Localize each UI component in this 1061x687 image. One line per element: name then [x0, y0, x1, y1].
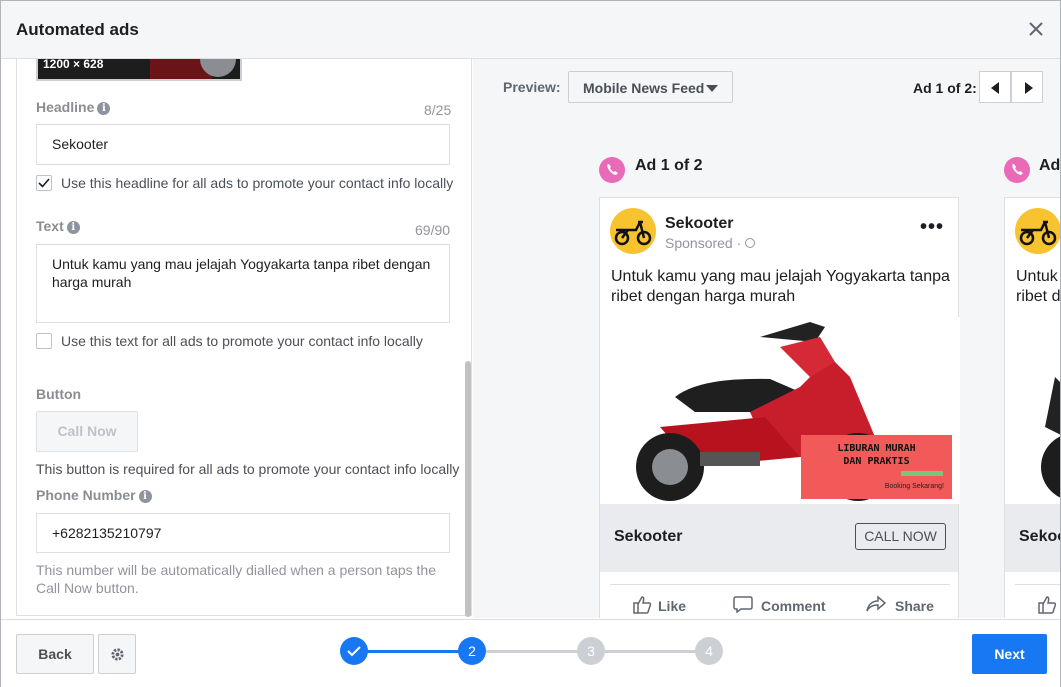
button-help-text: This button is required for all ads to p… — [36, 461, 460, 477]
phone-number-input[interactable]: +6282135210797 — [36, 513, 450, 553]
next-button[interactable]: Next — [972, 634, 1047, 674]
gear-icon — [111, 648, 124, 661]
step-3[interactable]: 3 — [577, 637, 605, 665]
primary-text: Untuk kamu yang mau jelajah Yogyakarta t… — [611, 268, 950, 305]
placement-value: Mobile News Feed — [583, 80, 705, 96]
primary-text-partial: Untuk ribet d — [1016, 268, 1060, 305]
headline-for-all-label: Use this headline for all ads to promote… — [61, 175, 454, 191]
button-label: Button — [36, 386, 82, 402]
ad-headline: Sekooter — [614, 528, 683, 545]
dialog-title: Automated ads — [16, 20, 139, 39]
step-1-complete[interactable] — [340, 637, 368, 665]
settings-button[interactable] — [98, 634, 136, 674]
ad-image: LIBURAN MURAH DAN PRAKTIS Booking Sekara… — [600, 317, 960, 504]
checkmark-icon — [38, 178, 50, 188]
headline-label: Headline i — [36, 99, 111, 115]
step-2-current[interactable]: 2 — [458, 637, 486, 665]
ad-2-headline: Sekoo — [1019, 528, 1060, 545]
check-icon — [347, 646, 361, 657]
text-for-all-checkbox[interactable] — [36, 333, 52, 349]
page-avatar — [1015, 208, 1060, 254]
headline-for-all-checkbox[interactable] — [36, 175, 52, 191]
dialog-footer: Back 2 3 4 Next — [1, 619, 1060, 687]
ad-2-title: Ad — [1039, 157, 1060, 174]
progress-line-complete — [367, 650, 463, 653]
post-actions: Like Comment Share — [610, 584, 950, 618]
page-avatar — [610, 208, 656, 254]
comment-label[interactable]: Comment — [761, 598, 826, 614]
next-ad-button[interactable] — [1011, 71, 1043, 103]
more-options-icon[interactable]: ••• — [920, 216, 944, 239]
phone-icon — [1004, 157, 1030, 183]
like-icon[interactable] — [631, 595, 653, 615]
step-4[interactable]: 4 — [695, 637, 723, 665]
previous-ad-button[interactable] — [979, 71, 1011, 103]
ad-2-preview-card: Untukribet d Sekoo — [1004, 197, 1060, 618]
caret-down-icon — [706, 85, 718, 92]
ad-title: Ad 1 of 2 — [635, 157, 703, 174]
ad-2-cta-bar: Sekoo — [1005, 504, 1060, 572]
preview-panel: Preview: Mobile News Feed Ad 1 of 2: Ad … — [473, 59, 1060, 618]
globe-icon — [745, 238, 756, 248]
phone-help-text: This number will be automatically dialle… — [36, 562, 436, 596]
comment-icon[interactable] — [733, 595, 753, 613]
ad-counter: Ad 1 of 2: — [913, 80, 977, 96]
form-scrollbar[interactable] — [465, 361, 471, 617]
promo-banner: LIBURAN MURAH DAN PRAKTIS Booking Sekara… — [801, 435, 952, 499]
arrow-left-icon — [991, 82, 999, 94]
ad-preview-card: Sekooter Sponsored · ••• Untuk kamu yang… — [599, 197, 960, 618]
call-now-cta-button[interactable]: CALL NOW — [855, 523, 946, 550]
share-label[interactable]: Share — [895, 598, 934, 614]
headline-counter: 8/25 — [424, 102, 452, 118]
info-icon[interactable]: i — [66, 221, 80, 234]
sponsored-label: Sponsored · — [665, 235, 756, 251]
headline-input[interactable]: Sekooter — [36, 124, 450, 165]
preview-label: Preview: — [503, 79, 561, 95]
placement-dropdown[interactable]: Mobile News Feed — [568, 71, 733, 103]
text-textarea[interactable]: Untuk kamu yang mau jelajah Yogyakarta t… — [36, 244, 450, 323]
image-thumbnail[interactable]: 1200 × 628 — [36, 59, 242, 81]
phone-icon — [599, 157, 625, 183]
like-label[interactable]: Like — [658, 598, 686, 614]
close-icon[interactable] — [1026, 19, 1046, 39]
arrow-right-icon — [1025, 82, 1033, 94]
banner-line-1: LIBURAN MURAH — [837, 443, 916, 454]
ad-form-panel: 1200 × 628 Headline i 8/25 Sekooter Use t… — [16, 59, 472, 616]
back-button[interactable]: Back — [16, 634, 94, 674]
ad-cta-bar: Sekooter CALL NOW — [600, 504, 958, 572]
text-for-all-label: Use this text for all ads to promote you… — [61, 333, 423, 349]
like-icon[interactable] — [1036, 595, 1058, 615]
info-icon[interactable]: i — [138, 490, 152, 503]
dialog-header: Automated ads — [1, 1, 1060, 59]
info-icon[interactable]: i — [97, 102, 111, 115]
call-now-button[interactable]: Call Now — [36, 411, 138, 452]
text-label: Text i — [36, 218, 80, 234]
banner-small-text: Booking Sekarang! — [884, 483, 944, 490]
share-icon[interactable] — [865, 595, 887, 613]
phone-number-label: Phone Number i — [36, 487, 152, 503]
automated-ads-dialog: Automated ads 1200 × 628 Headline i 8/25 … — [0, 0, 1061, 687]
image-size-label: 1200 × 628 — [43, 59, 104, 71]
scooter-image — [1041, 377, 1060, 498]
banner-accent-bar — [901, 471, 943, 476]
ad-2-image — [1005, 317, 1060, 504]
text-counter: 69/90 — [415, 222, 451, 238]
post-actions — [1015, 584, 1060, 618]
page-name: Sekooter — [665, 215, 734, 232]
banner-line-2: DAN PRAKTIS — [843, 456, 910, 467]
